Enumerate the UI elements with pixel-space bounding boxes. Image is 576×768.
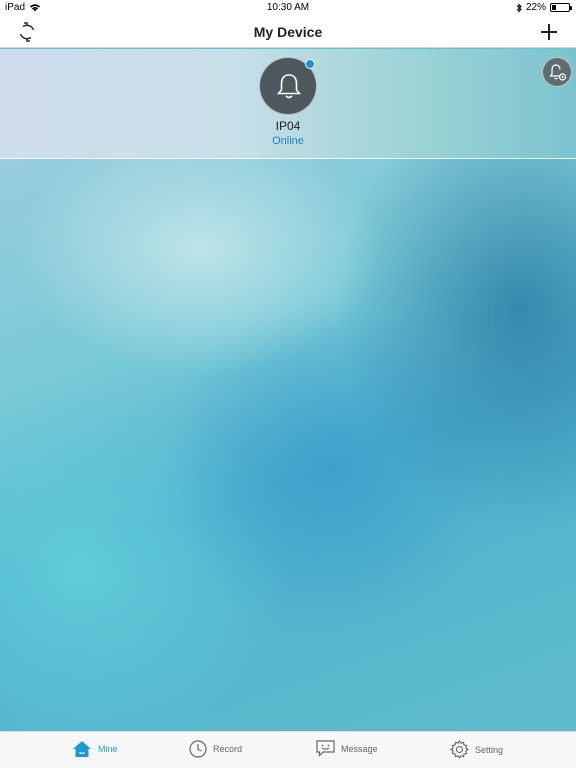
device-name: IP04 xyxy=(275,119,301,133)
tab-setting[interactable]: Setting xyxy=(450,740,503,759)
page-title: My Device xyxy=(253,24,323,40)
bluetooth-icon xyxy=(516,2,522,13)
tab-mine[interactable]: Mine xyxy=(72,740,118,758)
tab-setting-label: Setting xyxy=(475,744,504,755)
tab-bar: Mine Record Message Setting xyxy=(0,731,576,768)
tab-message[interactable]: Message xyxy=(316,740,378,757)
home-icon xyxy=(73,741,91,757)
device-avatar[interactable] xyxy=(259,57,317,115)
gear-icon xyxy=(450,740,469,759)
tab-mine-label: Mine xyxy=(98,744,118,754)
status-right: 22% xyxy=(516,2,572,13)
tab-message-label: Message xyxy=(341,743,378,754)
bell-icon xyxy=(276,74,302,99)
bell-gear-icon xyxy=(549,64,567,81)
device-status: Online xyxy=(272,135,304,147)
device-item[interactable]: IP04 Online xyxy=(248,57,328,147)
add-icon[interactable] xyxy=(538,21,560,43)
device-strip: IP04 Online xyxy=(0,49,576,159)
alarm-settings-button[interactable] xyxy=(542,57,572,87)
online-dot xyxy=(305,59,315,69)
tab-record-label: Record xyxy=(213,744,243,754)
battery-percent: 22% xyxy=(525,2,546,13)
message-icon xyxy=(316,740,335,757)
battery-icon xyxy=(550,3,572,12)
clock: 10:30 AM xyxy=(266,2,310,13)
tab-record[interactable]: Record xyxy=(189,740,242,758)
status-bar: iPad 10:30 AM 22% xyxy=(0,0,576,16)
clock-icon xyxy=(189,740,207,758)
nav-bar: My Device xyxy=(0,16,576,48)
battery-fill xyxy=(552,5,556,10)
